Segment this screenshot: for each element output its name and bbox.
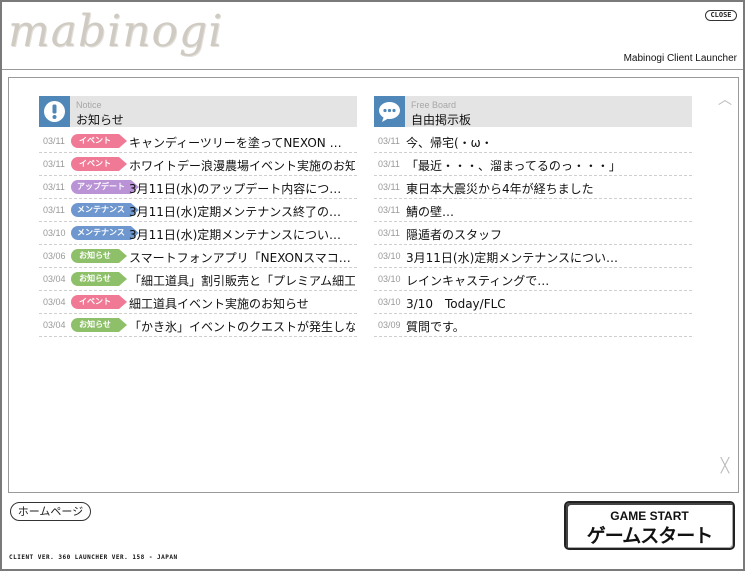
mabinogi-logo: mabinogi <box>8 6 224 57</box>
game-start-button[interactable]: GAME START ゲームスタート <box>564 501 735 550</box>
notice-row[interactable]: 03/04 お知らせ 「細工道具」割引販売と「プレミアム細工… <box>39 268 357 291</box>
row-date: 03/11 <box>43 136 65 146</box>
row-date: 03/11 <box>43 182 65 192</box>
row-title[interactable]: 3月11日(水)定期メンテナンスについ… <box>129 226 355 243</box>
row-date: 03/10 <box>43 228 66 238</box>
row-date: 03/11 <box>378 228 400 238</box>
row-title[interactable]: 3月11日(水)定期メンテナンス終了の… <box>129 203 355 220</box>
row-title[interactable]: 今、帰宅(・ω・ <box>406 134 690 151</box>
speech-bubble-icon <box>374 96 405 127</box>
row-title[interactable]: スマートフォンアプリ「NEXONスマコ… <box>129 249 355 266</box>
row-title[interactable]: 質問です。 <box>406 318 690 335</box>
exclamation-icon <box>39 96 70 127</box>
row-date: 03/11 <box>378 205 400 215</box>
app-title: Mabinogi Client Launcher <box>623 53 737 64</box>
row-title[interactable]: 「最近・・・、溜まってるのっ・・・」 <box>406 157 690 174</box>
board-list: 03/11 今、帰宅(・ω・ 03/11 「最近・・・、溜まってるのっ・・・」 03/1… <box>374 130 692 337</box>
category-badge: イベント <box>71 134 127 148</box>
board-row[interactable]: 03/09 質問です。 <box>374 314 692 337</box>
board-subtitle: Free Board <box>411 100 457 110</box>
notice-row[interactable]: 03/11 イベント ホワイトデー浪漫農場イベント実施のお知… <box>39 153 357 176</box>
row-date: 03/11 <box>43 205 65 215</box>
board-row[interactable]: 03/11 鯖の壁… <box>374 199 692 222</box>
category-badge: イベント <box>71 157 127 171</box>
content-area: ︿ ╳ Notice お知らせ 03/11 イベント キャンディーツリーを塗ってNE… <box>8 77 739 493</box>
row-date: 03/11 <box>378 136 400 146</box>
board-row[interactable]: 03/10 3/10 Today/FLC <box>374 291 692 314</box>
category-badge: お知らせ <box>71 272 127 286</box>
category-badge: イベント <box>71 295 127 309</box>
row-title[interactable]: 鯖の壁… <box>406 203 690 220</box>
row-date: 03/09 <box>378 320 401 330</box>
row-date: 03/11 <box>378 159 400 169</box>
row-title[interactable]: 隠遁者のスタッフ <box>406 226 690 243</box>
row-date: 03/04 <box>43 274 66 284</box>
board-panel: Free Board 自由掲示板 03/11 今、帰宅(・ω・ 03/11 「最近・・… <box>374 96 692 337</box>
board-row[interactable]: 03/10 3月11日(水)定期メンテナンスについ… <box>374 245 692 268</box>
row-date: 03/11 <box>378 182 400 192</box>
board-header: Free Board 自由掲示板 <box>374 96 692 127</box>
board-row[interactable]: 03/11 今、帰宅(・ω・ <box>374 130 692 153</box>
row-date: 03/10 <box>378 297 401 307</box>
row-title[interactable]: 「細工道具」割引販売と「プレミアム細工… <box>129 272 355 289</box>
notice-subtitle: Notice <box>76 100 102 110</box>
row-title[interactable]: キャンディーツリーを塗ってNEXON … <box>129 134 355 151</box>
notice-title: お知らせ <box>76 113 124 127</box>
row-date: 03/10 <box>378 251 401 261</box>
row-title[interactable]: レインキャスティングで… <box>406 272 690 289</box>
row-title[interactable]: 3月11日(水)のアップデート内容につ… <box>129 180 355 197</box>
notice-row[interactable]: 03/11 メンテナンス 3月11日(水)定期メンテナンス終了の… <box>39 199 357 222</box>
notice-row[interactable]: 03/06 お知らせ スマートフォンアプリ「NEXONスマコ… <box>39 245 357 268</box>
row-title[interactable]: 「かき氷」イベントのクエストが発生しな… <box>129 318 355 335</box>
scroll-down-icon[interactable]: ╳ <box>718 459 732 473</box>
row-date: 03/10 <box>378 274 401 284</box>
notice-row[interactable]: 03/04 イベント 細工道具イベント実施のお知らせ <box>39 291 357 314</box>
board-row[interactable]: 03/11 東日本大震災から4年が経ちました <box>374 176 692 199</box>
version-info: CLIENT VER. 360 LAUNCHER VER. 158 - JAPA… <box>9 554 178 561</box>
homepage-button[interactable]: ホームページ <box>10 502 91 521</box>
row-date: 03/11 <box>43 159 65 169</box>
row-date: 03/04 <box>43 320 66 330</box>
notice-row[interactable]: 03/04 お知らせ 「かき氷」イベントのクエストが発生しな… <box>39 314 357 337</box>
notice-row[interactable]: 03/10 メンテナンス 3月11日(水)定期メンテナンスについ… <box>39 222 357 245</box>
board-title: 自由掲示板 <box>411 113 472 127</box>
row-title[interactable]: ホワイトデー浪漫農場イベント実施のお知… <box>129 157 355 174</box>
row-title[interactable]: 細工道具イベント実施のお知らせ <box>129 295 355 312</box>
row-date: 03/06 <box>43 251 66 261</box>
notice-row[interactable]: 03/11 イベント キャンディーツリーを塗ってNEXON … <box>39 130 357 153</box>
row-title[interactable]: 3/10 Today/FLC <box>406 295 690 312</box>
notice-row[interactable]: 03/11 アップデート 3月11日(水)のアップデート内容につ… <box>39 176 357 199</box>
row-title[interactable]: 東日本大震災から4年が経ちました <box>406 180 690 197</box>
game-start-label-jp: ゲームスタート <box>586 525 713 547</box>
launcher-window: mabinogi CLOSE Mabinogi Client Launcher … <box>0 0 745 571</box>
header: mabinogi CLOSE Mabinogi Client Launcher <box>2 2 743 70</box>
close-button[interactable]: CLOSE <box>705 10 737 21</box>
notice-header: Notice お知らせ <box>39 96 357 127</box>
category-badge: お知らせ <box>71 318 127 332</box>
board-row[interactable]: 03/11 「最近・・・、溜まってるのっ・・・」 <box>374 153 692 176</box>
notice-list: 03/11 イベント キャンディーツリーを塗ってNEXON … 03/11 イベント ホワ… <box>39 130 357 337</box>
notice-panel: Notice お知らせ 03/11 イベント キャンディーツリーを塗ってNEXON … <box>39 96 357 337</box>
board-row[interactable]: 03/10 レインキャスティングで… <box>374 268 692 291</box>
category-badge: お知らせ <box>71 249 127 263</box>
row-title[interactable]: 3月11日(水)定期メンテナンスについ… <box>406 249 690 266</box>
scroll-up-icon[interactable]: ︿ <box>718 93 732 107</box>
row-date: 03/04 <box>43 297 66 307</box>
board-row[interactable]: 03/11 隠遁者のスタッフ <box>374 222 692 245</box>
